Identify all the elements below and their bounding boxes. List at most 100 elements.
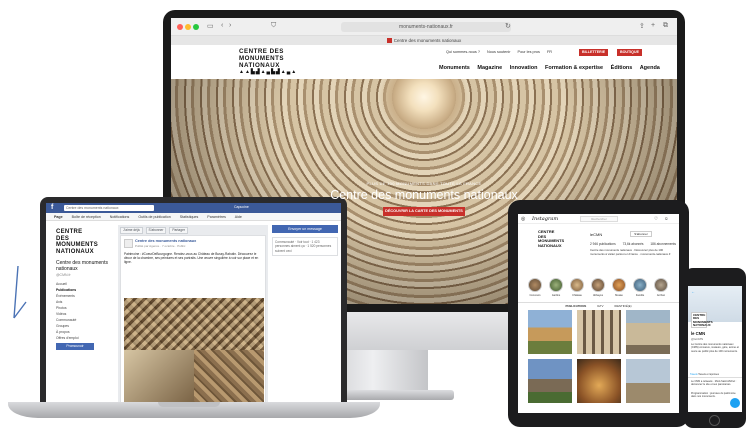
post-author[interactable]: Centre des monuments nationaux (135, 239, 196, 243)
tweet[interactable]: Le CMN a retweeté · Mont-Saint-Michel : … (691, 380, 741, 386)
boutique-button[interactable]: BOUTIQUE (617, 49, 642, 56)
share-icon[interactable]: ⇪ (639, 22, 645, 30)
following-count[interactable]: 186 abonnements (650, 242, 676, 246)
facebook-user-name[interactable]: Capucine (234, 205, 249, 209)
fb-tab[interactable]: Aide (235, 215, 242, 219)
story-highlight[interactable] (528, 278, 542, 292)
fb-tab[interactable]: Outils de publication (138, 215, 170, 219)
close-window-button[interactable] (177, 24, 183, 30)
logo-line: CENTRE DES (239, 48, 284, 55)
fb-tab[interactable]: Page (54, 215, 63, 219)
nav-item[interactable]: Formation & expertise (545, 65, 603, 71)
post-photo-mosaic[interactable] (124, 298, 264, 402)
highlight-label: Château (572, 294, 582, 297)
posts-count[interactable]: 2 946 publications (590, 242, 616, 246)
heart-icon[interactable]: ♡ (654, 216, 658, 222)
grid-photo[interactable] (577, 310, 621, 354)
post-meta: Publié par Agence · 7 octobre · Public (135, 244, 186, 248)
logo-line: MONUMENTS NATIONAUX (239, 55, 285, 69)
tab-publications[interactable]: PUBLICATIONS (565, 304, 586, 308)
instagram-search-input[interactable]: Rechercher (580, 216, 618, 222)
back-arrow-icon[interactable]: ← (691, 289, 695, 294)
top-link[interactable]: Qui sommes-nous ? (446, 50, 480, 54)
instagram-wordmark[interactable]: Instagram (532, 216, 558, 222)
story-highlight[interactable] (570, 278, 584, 292)
nav-item[interactable]: Agenda (640, 65, 660, 71)
instagram-profile-tabs: PUBLICATIONS IGTV IDENTIFIÉ(E) (518, 302, 679, 308)
minimize-window-button[interactable] (185, 24, 191, 30)
share-page-button[interactable]: Partager (169, 227, 189, 234)
story-highlight[interactable] (549, 278, 563, 292)
facebook-right-column: Envoyer un message Communauté · Voir tou… (272, 225, 338, 345)
nav-item[interactable]: Innovation (510, 65, 538, 71)
logo-line: NATIONAUX (538, 242, 562, 248)
tab-tweets[interactable]: Tweets (690, 373, 698, 376)
like-page-button[interactable]: J'aime déjà (120, 227, 143, 234)
tab-title: Centre des monuments nationaux (393, 38, 462, 43)
post-avatar[interactable] (124, 239, 133, 248)
zoom-window-button[interactable] (193, 24, 199, 30)
sidebar-icon[interactable]: ▭ (207, 22, 214, 30)
address-bar[interactable]: monuments-nationaux.fr (341, 22, 511, 32)
monument-silhouettes-icon: ▲▲▙▟▲▄▙▟▲▄▲ (239, 69, 298, 75)
cmn-profile-logo[interactable]: CENTRE DES MONUMENTS NATIONAUX (52, 225, 116, 255)
camera-icon[interactable]: ◎ (521, 216, 525, 222)
story-highlight[interactable] (633, 278, 647, 292)
grid-photo[interactable] (577, 359, 621, 403)
send-message-button[interactable]: Envoyer un message (272, 225, 338, 233)
facebook-page-tabs: Page Boîte de réception Notifications Ou… (46, 213, 341, 221)
ipad-device: ◎ Instagram Rechercher ♡ ☺ CENTRE DES MO… (508, 200, 689, 427)
page-actions: J'aime déjà S'abonner Partager (120, 227, 266, 234)
facebook-logo-icon[interactable]: f (51, 204, 53, 211)
story-highlight[interactable] (612, 278, 626, 292)
new-tab-icon[interactable]: + (651, 22, 655, 29)
nav-item[interactable]: Éditions (611, 65, 633, 71)
facebook-left-sidebar: CENTRE DES MONUMENTS NATIONAUX Centre de… (52, 225, 116, 403)
forward-arrow-icon[interactable]: › (229, 22, 231, 29)
browser-tab[interactable]: Centre des monuments nationaux (171, 36, 677, 45)
instagram-follow-button[interactable]: S'abonner (630, 231, 652, 237)
followers-count[interactable]: 73,6k abonnés (623, 242, 644, 246)
compose-tweet-button[interactable] (730, 398, 740, 408)
twitter-profile-tabs: Tweets Tweets et réponses (688, 372, 742, 378)
language-selector[interactable]: FR (547, 50, 552, 54)
reload-icon[interactable]: ↻ (505, 22, 511, 30)
instagram-topbar: ◎ Instagram Rechercher ♡ ☺ (518, 214, 679, 224)
fb-tab[interactable]: Statistiques (180, 215, 199, 219)
twitter-avatar[interactable]: CENTRE DES MONUMENTS NATIONAUX (691, 312, 713, 328)
highlight-label: Jardins (551, 294, 561, 297)
top-link[interactable]: Nous soutenir (487, 50, 510, 54)
shield-icon[interactable]: ⛉ (271, 22, 276, 30)
grid-photo[interactable] (528, 359, 572, 403)
tab-tagged[interactable]: IDENTIFIÉ(E) (614, 304, 631, 308)
discover-map-button[interactable]: DÉCOUVRIR LA CARTE DES MONUMENTS (383, 207, 465, 216)
tab-igtv[interactable]: IGTV (597, 304, 604, 308)
fb-tab[interactable]: Boîte de réception (72, 215, 101, 219)
fb-tab[interactable]: Notifications (110, 215, 130, 219)
tab-replies[interactable]: Tweets et réponses (698, 373, 719, 376)
facebook-search-input[interactable]: Centre des monuments nationaux (64, 205, 154, 211)
menu-item[interactable]: Offres d'emploi (56, 335, 116, 341)
home-button[interactable] (709, 415, 720, 426)
grid-photo[interactable] (528, 310, 572, 354)
story-highlight[interactable] (654, 278, 668, 292)
nav-item[interactable]: Monuments (439, 65, 470, 71)
story-highlight[interactable] (591, 278, 605, 292)
facebook-topbar: f Centre des monuments nationaux Capucin… (46, 203, 341, 213)
tabs-overview-icon[interactable]: ⧉ (663, 22, 668, 30)
billetterie-button[interactable]: BILLETTERIE (579, 49, 609, 56)
instagram-bio: Centre des monuments nationaux · Découvr… (590, 248, 671, 256)
highlight-label: Musée (615, 294, 623, 297)
nav-item[interactable]: Magazine (477, 65, 502, 71)
grid-photo[interactable] (626, 310, 670, 354)
top-link[interactable]: Pour les pros (518, 50, 540, 54)
back-arrow-icon[interactable]: ‹ (221, 22, 223, 29)
cmn-logo[interactable]: CENTRE DES MONUMENTS NATIONAUX ▲▲▙▟▲▄▙▟▲… (239, 48, 323, 76)
instagram-handle: leCMN (590, 232, 603, 237)
promote-button[interactable]: Promouvoir (56, 343, 94, 350)
follow-page-button[interactable]: S'abonner (145, 227, 167, 234)
profile-icon[interactable]: ☺ (664, 216, 669, 221)
grid-photo[interactable] (626, 359, 670, 403)
site-header: CENTRE DES MONUMENTS NATIONAUX ▲▲▙▟▲▄▙▟▲… (171, 45, 677, 79)
fb-tab[interactable]: Paramètres (207, 215, 226, 219)
